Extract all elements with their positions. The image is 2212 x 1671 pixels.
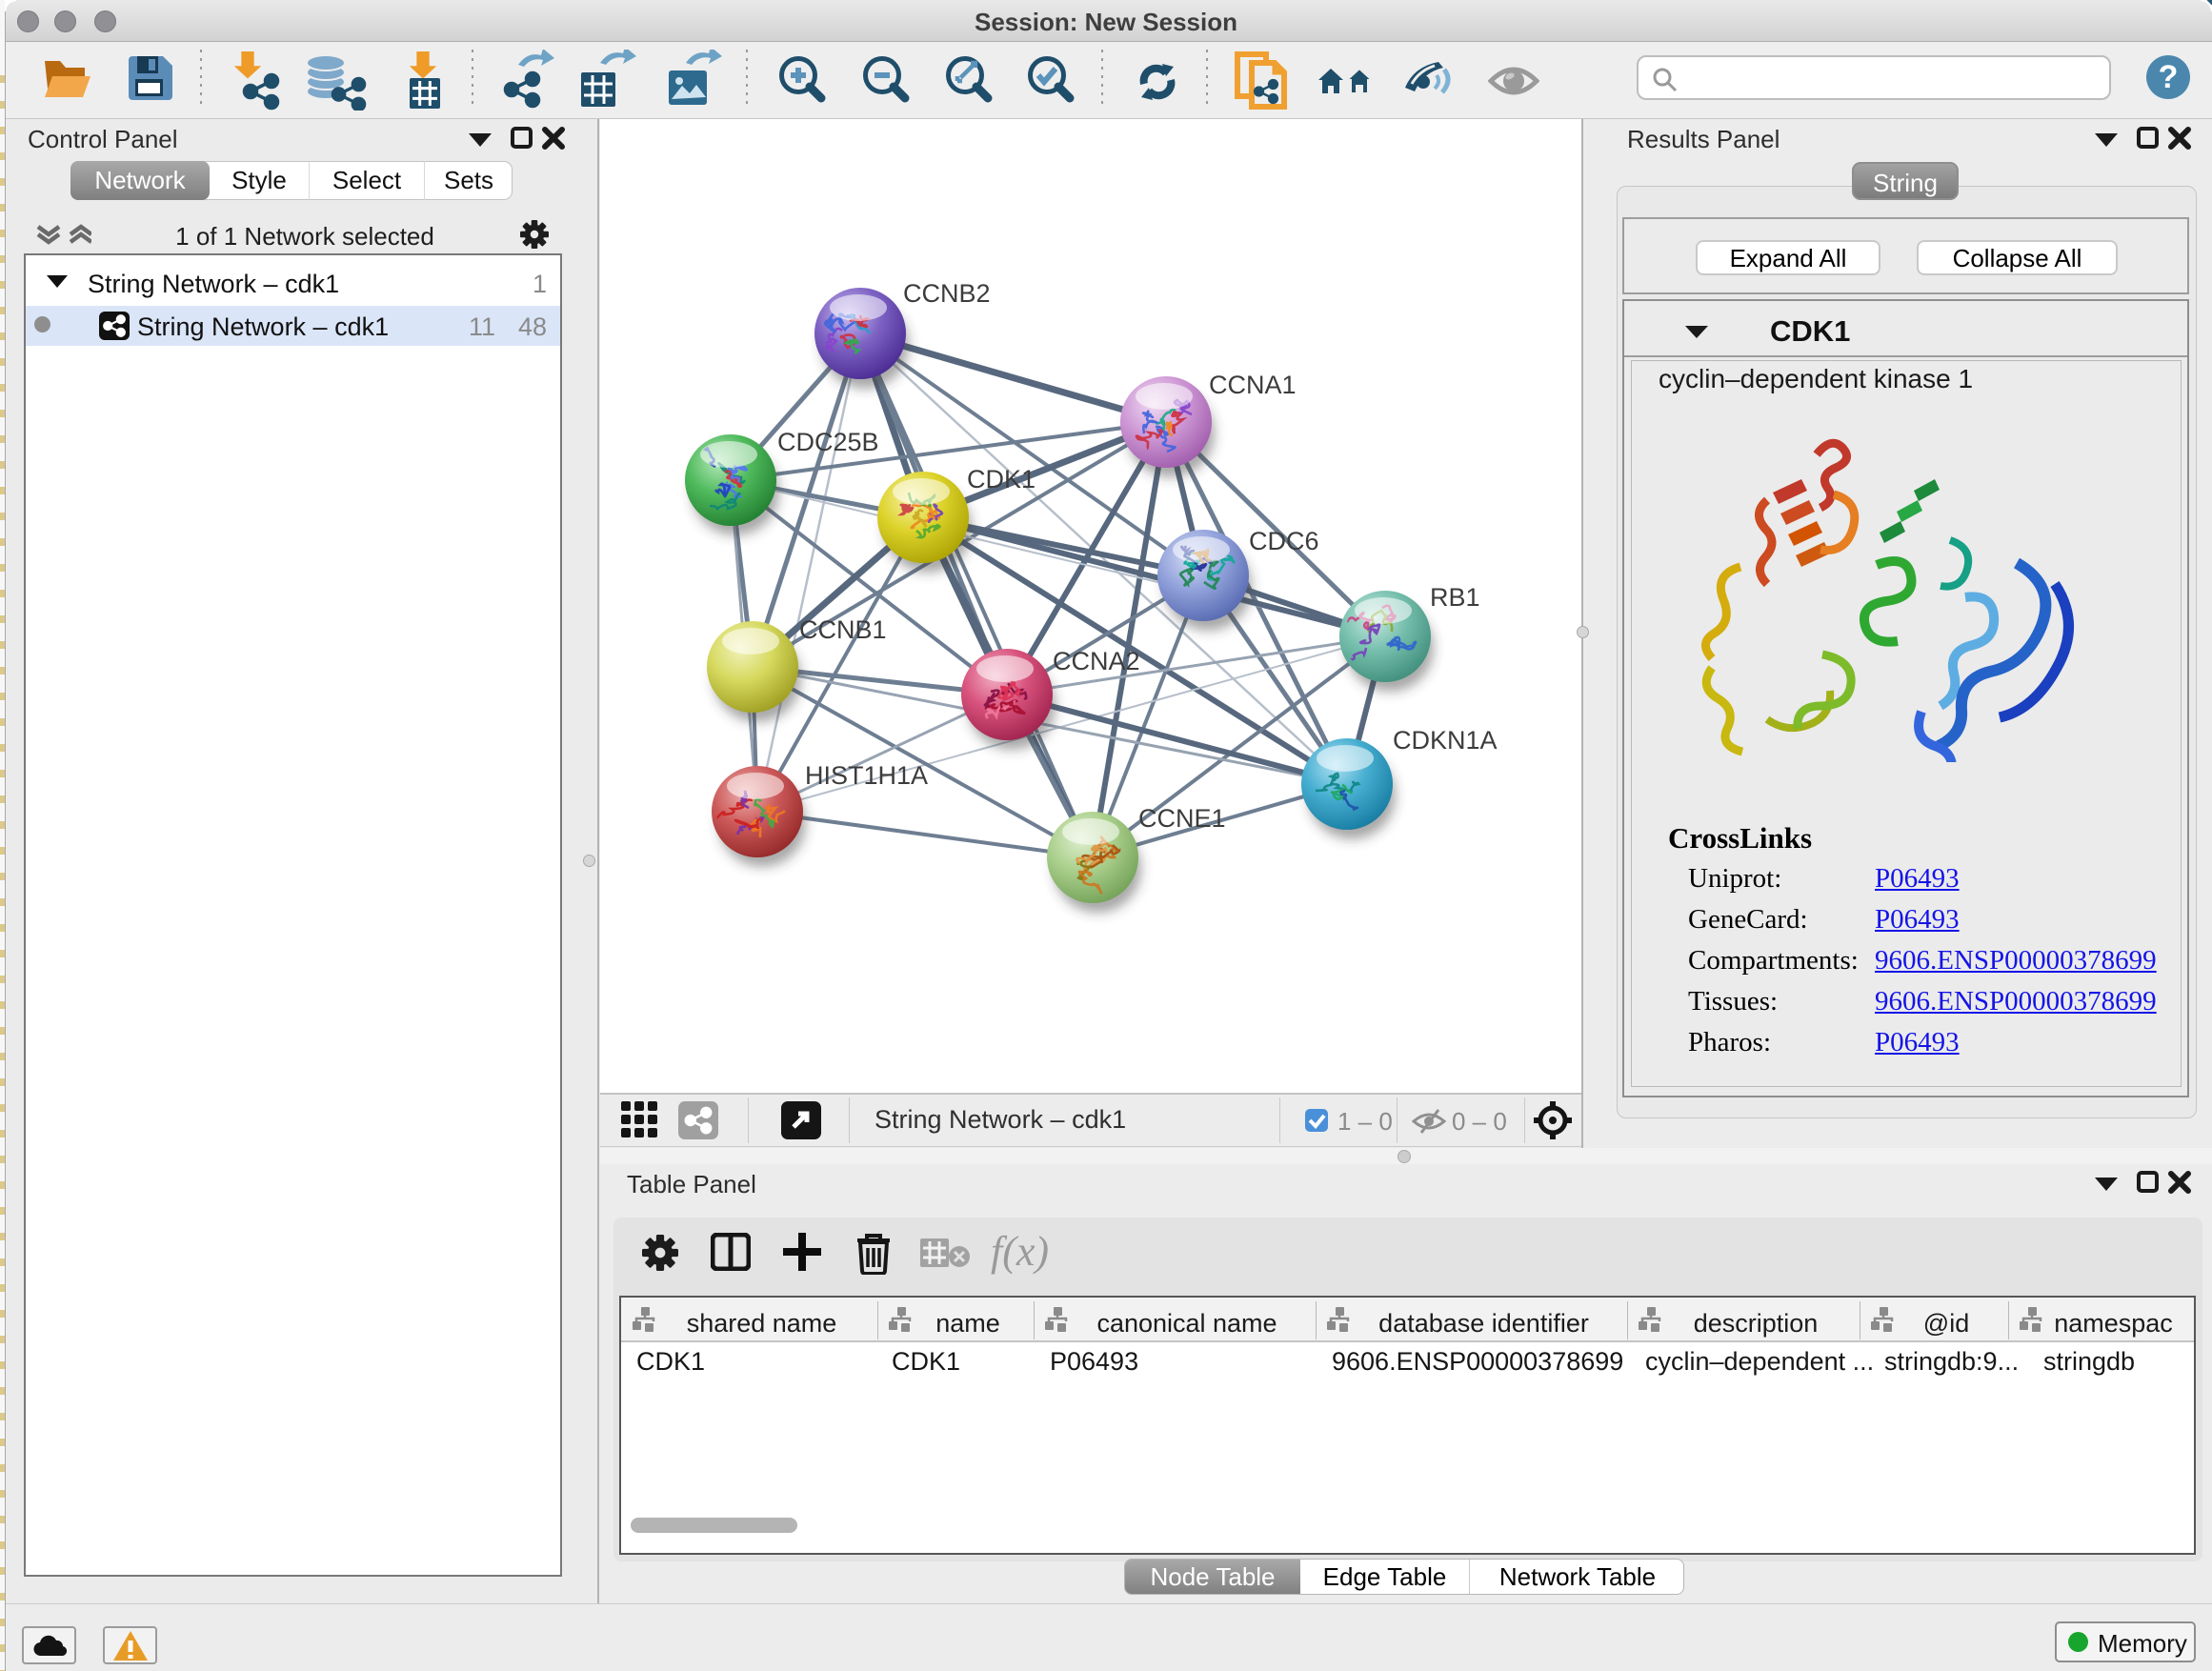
svg-text:CDKN1A: CDKN1A [1393, 726, 1498, 755]
svg-text:CDC6: CDC6 [1249, 527, 1319, 555]
svg-text:RB1: RB1 [1430, 583, 1480, 612]
svg-text:CCNA2: CCNA2 [1053, 647, 1140, 675]
svg-text:?: ? [2159, 59, 2179, 95]
svg-text:HIST1H1A: HIST1H1A [805, 761, 928, 790]
svg-text:CCNE1: CCNE1 [1138, 804, 1226, 833]
svg-text:CDK1: CDK1 [967, 465, 1036, 493]
svg-text:CDC25B: CDC25B [777, 428, 879, 456]
svg-text:CCNB2: CCNB2 [903, 279, 991, 308]
svg-text:CCNB1: CCNB1 [799, 615, 887, 644]
svg-text:CCNA1: CCNA1 [1209, 371, 1297, 399]
